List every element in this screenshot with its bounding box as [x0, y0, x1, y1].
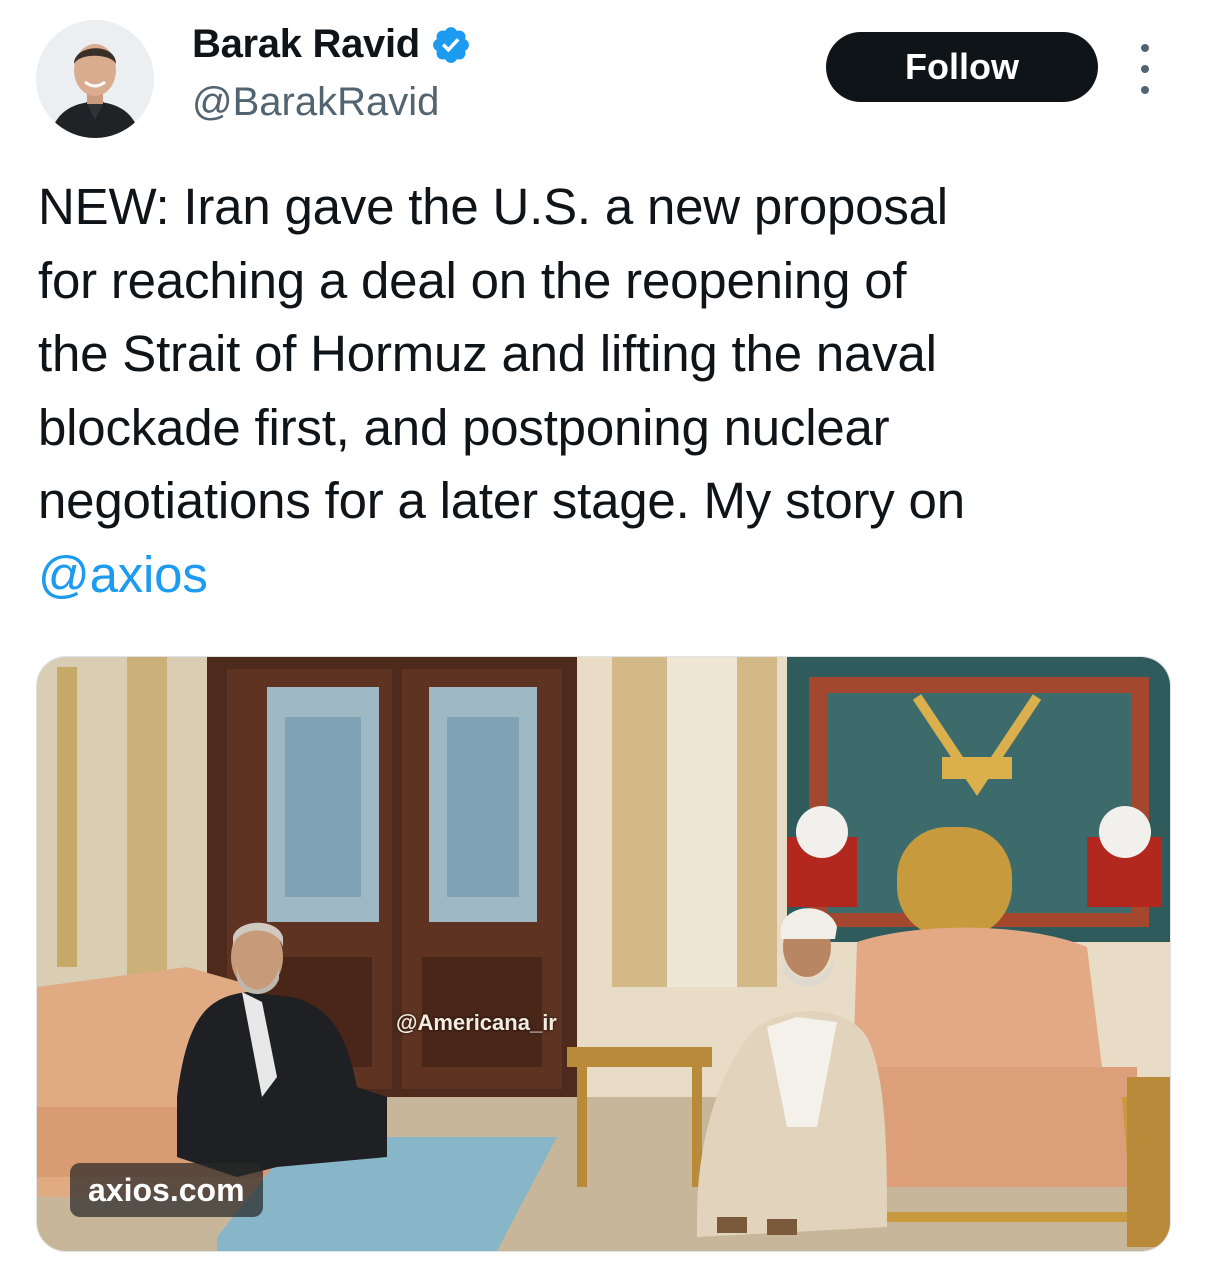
meeting-photo: [37, 657, 1170, 1251]
tweet-text-line: NEW: Iran gave the U.S. a new proposal: [38, 178, 948, 235]
link-domain-badge[interactable]: axios.com: [70, 1163, 263, 1217]
tweet-text-line: for reaching a deal on the reopening of: [38, 251, 907, 309]
tweet-text-line: blockade first, and postponing nuclear: [38, 398, 890, 456]
avatar[interactable]: [36, 20, 154, 138]
tweet-text-line: the Strait of Hormuz and lifting the nav…: [38, 325, 937, 382]
verified-badge-icon: [433, 26, 469, 63]
image-watermark: @Americana_ir: [396, 1010, 557, 1035]
tweet-text-line: negotiations for a later stage. My story…: [38, 472, 965, 529]
display-name[interactable]: Barak Ravid: [192, 22, 420, 67]
author-handle[interactable]: @BarakRavid: [192, 80, 439, 125]
avatar-photo: [36, 20, 154, 138]
mention-link[interactable]: @axios: [38, 538, 208, 612]
tweet-text: NEW: Iran gave the U.S. a new proposal f…: [38, 170, 1158, 611]
more-vertical-icon[interactable]: [1130, 44, 1160, 94]
follow-button[interactable]: Follow: [826, 32, 1098, 102]
